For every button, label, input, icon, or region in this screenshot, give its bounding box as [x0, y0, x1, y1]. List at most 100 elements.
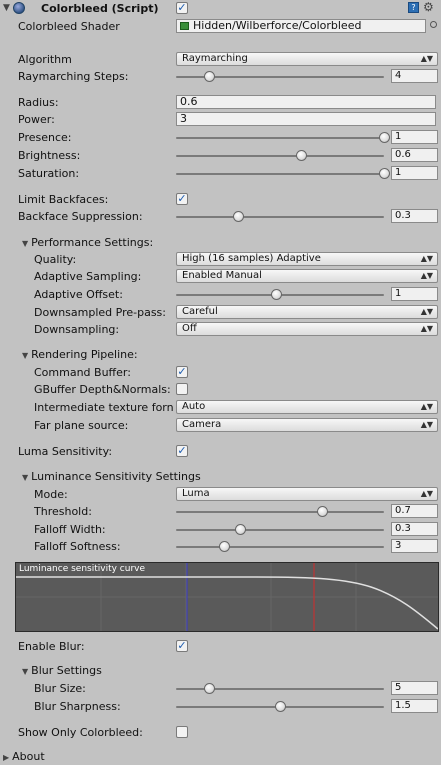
- curve-title: Luminance sensitivity curve: [19, 564, 146, 574]
- luminance-foldout[interactable]: ▼ Luminance Sensitivity Settings: [0, 468, 441, 485]
- shader-object-field[interactable]: Hidden/Wilberforce/Colorbleed: [176, 19, 426, 33]
- slider-thumb[interactable]: [295, 150, 307, 161]
- brightness-row: Brightness: 0.6: [0, 147, 441, 164]
- downsampled-prepass-value: Careful: [182, 306, 218, 317]
- falloff-softness-input[interactable]: 3: [391, 539, 438, 553]
- help-icon[interactable]: ?: [408, 2, 419, 13]
- slider-thumb[interactable]: [218, 541, 230, 552]
- radius-input[interactable]: 0.6: [176, 95, 436, 109]
- object-picker-icon[interactable]: [430, 21, 437, 28]
- mode-value: Luma: [182, 488, 210, 499]
- performance-title: Performance Settings:: [31, 236, 154, 249]
- presence-slider[interactable]: [176, 130, 390, 145]
- algorithm-value: Raymarching: [182, 53, 248, 64]
- slider-thumb[interactable]: [235, 524, 247, 535]
- slider-thumb[interactable]: [233, 211, 245, 222]
- gear-icon[interactable]: ⚙: [423, 0, 434, 14]
- luma-sensitivity-checkbox[interactable]: ✓: [176, 445, 188, 457]
- intermediate-texture-dropdown[interactable]: Auto ▲▼: [176, 400, 438, 414]
- mode-label: Mode:: [34, 488, 68, 501]
- slider-thumb[interactable]: [275, 701, 286, 712]
- enable-blur-checkbox[interactable]: ✓: [176, 640, 188, 652]
- performance-foldout[interactable]: ▼ Performance Settings:: [0, 234, 441, 251]
- mode-dropdown[interactable]: Luma ▲▼: [176, 487, 438, 501]
- quality-dropdown[interactable]: High (16 samples) Adaptive ▲▼: [176, 252, 438, 266]
- command-buffer-label: Command Buffer:: [34, 366, 131, 379]
- adaptive-offset-label: Adaptive Offset:: [34, 288, 123, 301]
- limit-backfaces-label: Limit Backfaces:: [18, 193, 109, 206]
- downsampling-value: Off: [182, 323, 197, 334]
- slider-thumb[interactable]: [379, 168, 390, 179]
- power-input[interactable]: 3: [176, 112, 436, 126]
- algorithm-dropdown[interactable]: Raymarching ▲▼: [176, 52, 438, 66]
- downsampled-prepass-dropdown[interactable]: Careful ▲▼: [176, 305, 438, 319]
- quality-row: Quality: High (16 samples) Adaptive ▲▼: [0, 251, 441, 268]
- raymarching-steps-input[interactable]: 4: [391, 69, 438, 83]
- blur-size-slider[interactable]: [176, 681, 384, 696]
- backface-suppression-row: Backface Suppression: 0.3: [0, 208, 441, 225]
- intermediate-texture-value: Auto: [182, 401, 206, 412]
- slider-track: [176, 546, 384, 548]
- brightness-slider[interactable]: [176, 148, 384, 163]
- luminance-curve-panel: Luminance sensitivity curve: [15, 562, 439, 632]
- adaptive-offset-input[interactable]: 1: [391, 287, 438, 301]
- blur-title: Blur Settings: [31, 664, 102, 677]
- slider-thumb[interactable]: [204, 71, 216, 82]
- slider-thumb[interactable]: [379, 132, 390, 143]
- falloff-width-slider[interactable]: [176, 522, 384, 537]
- blur-sharpness-slider[interactable]: [176, 699, 384, 714]
- radius-row: Radius: 0.6: [0, 94, 441, 111]
- blur-sharpness-input[interactable]: 1.5: [391, 699, 438, 713]
- saturation-row: Saturation: 1: [0, 165, 441, 182]
- backface-suppression-slider[interactable]: [176, 209, 384, 224]
- threshold-slider[interactable]: [176, 504, 384, 519]
- about-foldout[interactable]: ▶ About: [0, 748, 441, 765]
- blur-size-label: Blur Size:: [34, 682, 86, 695]
- shader-icon: [180, 22, 189, 30]
- gbuffer-checkbox[interactable]: [176, 383, 188, 395]
- slider-track: [176, 529, 384, 531]
- falloff-width-label: Falloff Width:: [34, 523, 106, 536]
- luma-sensitivity-row: Luma Sensitivity: ✓: [0, 443, 441, 460]
- brightness-input[interactable]: 0.6: [391, 148, 438, 162]
- falloff-softness-row: Falloff Softness: 3: [0, 538, 441, 555]
- slider-thumb[interactable]: [316, 506, 328, 517]
- shader-row: Colorbleed Shader Hidden/Wilberforce/Col…: [0, 18, 441, 35]
- blur-foldout[interactable]: ▼ Blur Settings: [0, 662, 441, 679]
- far-plane-dropdown[interactable]: Camera ▲▼: [176, 418, 438, 432]
- backface-suppression-input[interactable]: 0.3: [391, 209, 438, 223]
- limit-backfaces-checkbox[interactable]: ✓: [176, 193, 188, 205]
- command-buffer-row: Command Buffer: ✓: [0, 364, 441, 381]
- algorithm-label: Algorithm: [18, 53, 72, 66]
- saturation-input[interactable]: 1: [391, 166, 438, 180]
- shader-label: Colorbleed Shader: [18, 20, 120, 33]
- enable-blur-row: Enable Blur: ✓: [0, 638, 441, 655]
- rendering-foldout[interactable]: ▼ Rendering Pipeline:: [0, 346, 441, 363]
- about-title: About: [12, 750, 45, 763]
- raymarching-steps-row: Raymarching Steps: 4: [0, 68, 441, 85]
- command-buffer-checkbox[interactable]: ✓: [176, 366, 188, 378]
- fold-open-icon[interactable]: ▼: [3, 3, 10, 13]
- threshold-label: Threshold:: [34, 505, 92, 518]
- quality-label: Quality:: [34, 253, 77, 266]
- threshold-input[interactable]: 0.7: [391, 504, 438, 518]
- blur-size-input[interactable]: 5: [391, 681, 438, 695]
- saturation-slider[interactable]: [176, 166, 390, 181]
- show-only-checkbox[interactable]: [176, 726, 188, 738]
- blur-sharpness-label: Blur Sharpness:: [34, 700, 121, 713]
- falloff-width-input[interactable]: 0.3: [391, 522, 438, 536]
- raymarching-steps-slider[interactable]: [176, 69, 384, 84]
- far-plane-label: Far plane source:: [34, 419, 129, 432]
- slider-thumb[interactable]: [270, 289, 282, 300]
- component-enabled-checkbox[interactable]: ✓: [176, 2, 188, 14]
- presence-label: Presence:: [18, 131, 72, 144]
- adaptive-sampling-dropdown[interactable]: Enabled Manual ▲▼: [176, 269, 438, 283]
- slider-thumb[interactable]: [204, 683, 216, 694]
- presence-input[interactable]: 1: [391, 130, 438, 144]
- fold-open-icon: ▼: [22, 667, 29, 676]
- power-row: Power: 3: [0, 111, 441, 128]
- adaptive-offset-row: Adaptive Offset: 1: [0, 286, 441, 303]
- adaptive-offset-slider[interactable]: [176, 287, 384, 302]
- falloff-softness-slider[interactable]: [176, 539, 384, 554]
- downsampling-dropdown[interactable]: Off ▲▼: [176, 322, 438, 336]
